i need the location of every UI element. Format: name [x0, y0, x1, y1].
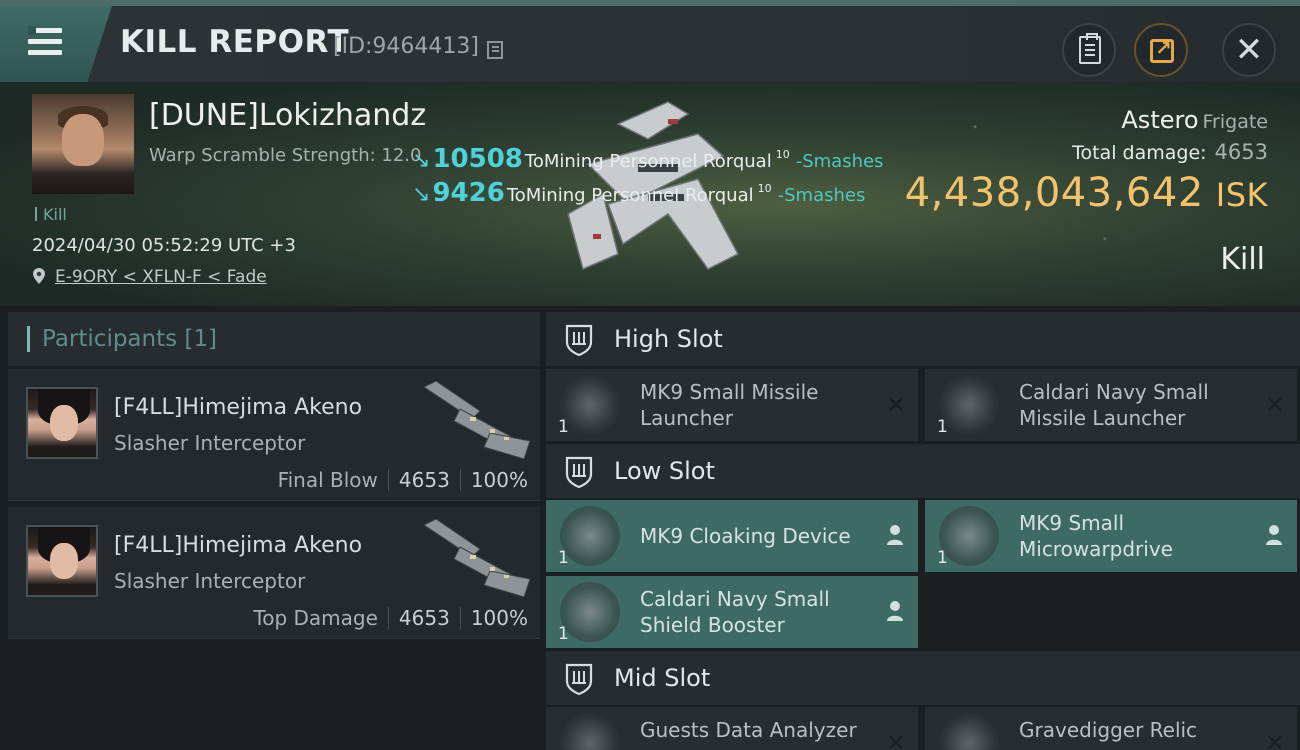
- kill-banner: [DUNE]Lokizhandz Warp Scramble Strength:…: [0, 82, 1300, 306]
- victim-ship-name: Astero Frigate: [1121, 106, 1268, 134]
- user-icon: [887, 601, 903, 621]
- participant-name: [F4LL]Himejima Akeno: [114, 395, 363, 420]
- module-item[interactable]: 1 Caldari Navy Small Shield Booster: [546, 576, 918, 648]
- missile-launcher-icon: [939, 375, 999, 435]
- participant-stats: Final Blow 4653 100%: [277, 468, 528, 492]
- warp-scramble-strength: Warp Scramble Strength: 12.0: [149, 145, 422, 166]
- report-id: [ID:9464413]: [333, 34, 479, 59]
- menu-button[interactable]: [0, 6, 112, 82]
- user-icon: [887, 525, 903, 545]
- mid-slot-header: Mid Slot: [546, 651, 1300, 705]
- participant-ship-image: [423, 381, 531, 459]
- victim-portrait[interactable]: [32, 94, 134, 194]
- destroyed-x-icon: ✕: [885, 391, 906, 419]
- microwarpdrive-icon: [939, 506, 999, 566]
- page-title: KILL REPORT: [120, 24, 350, 60]
- data-analyzer-icon: [560, 713, 620, 750]
- close-icon: ✕: [1234, 30, 1264, 70]
- module-item[interactable]: 1 Caldari Navy Small Missile Launcher ✕: [925, 369, 1297, 441]
- participant-ship: Slasher Interceptor: [114, 431, 306, 455]
- module-item[interactable]: Gravedigger Relic ✕: [925, 707, 1297, 750]
- shield-booster-icon: [560, 582, 620, 642]
- cloaking-device-icon: [560, 506, 620, 566]
- slot-shield-icon: [565, 324, 593, 356]
- slot-shield-icon: [565, 663, 593, 695]
- participant-card[interactable]: [F4LL]Himejima Akeno Slasher Interceptor…: [8, 369, 540, 501]
- share-icon: [1150, 36, 1174, 63]
- share-button[interactable]: [1134, 23, 1188, 77]
- participant-stats: Top Damage 4653 100%: [253, 606, 528, 630]
- total-damage: Total damage: 4653: [1072, 140, 1268, 164]
- module-item[interactable]: 1 MK9 Cloaking Device: [546, 500, 918, 572]
- destroyed-x-icon: ✕: [1264, 729, 1285, 750]
- participants-header: Participants [1]: [8, 312, 540, 366]
- missile-launcher-icon: [560, 375, 620, 435]
- location-link[interactable]: E-9ORY < XFLN-F < Fade: [55, 267, 267, 287]
- victim-name[interactable]: [DUNE]Lokizhandz: [149, 98, 426, 133]
- result-label: Kill: [1220, 242, 1265, 277]
- slot-shield-icon: [565, 456, 593, 488]
- clipboard-button[interactable]: [1062, 23, 1116, 77]
- location-pin-icon: [33, 268, 45, 284]
- damage-line: ↘10508 ToMining Personnel Rorqual 10 -Smash…: [412, 144, 884, 174]
- participant-name: [F4LL]Himejima Akeno: [114, 533, 363, 558]
- kill-datetime: 2024/04/30 05:52:29 UTC +3: [32, 235, 296, 256]
- high-slot-header: High Slot: [546, 312, 1300, 366]
- arrow-down-right-icon: ↘: [412, 182, 431, 207]
- low-slot-header: Low Slot: [546, 444, 1300, 498]
- close-button[interactable]: ✕: [1222, 23, 1276, 77]
- damage-line: ↘9426 ToMining Personnel Rorqual 10 -Smashe…: [412, 178, 866, 208]
- module-item[interactable]: 1 MK9 Small Missile Launcher ✕: [546, 369, 918, 441]
- kill-tag: Kill: [35, 205, 67, 224]
- isk-value: 4,438,043,642 ISK: [904, 170, 1268, 216]
- avatar: [26, 387, 98, 459]
- destroyed-x-icon: ✕: [885, 729, 906, 750]
- clipboard-icon: [1079, 33, 1101, 64]
- destroyed-x-icon: ✕: [1264, 391, 1285, 419]
- participant-card[interactable]: [F4LL]Himejima Akeno Slasher Interceptor…: [8, 507, 540, 639]
- module-item[interactable]: 1 MK9 Small Microwarpdrive: [925, 500, 1297, 572]
- participant-ship-image: [423, 519, 531, 597]
- relic-analyzer-icon: [939, 713, 999, 750]
- participant-ship: Slasher Interceptor: [114, 569, 306, 593]
- arrow-down-right-icon: ↘: [412, 148, 431, 173]
- user-icon: [1266, 525, 1282, 545]
- copy-icon[interactable]: [487, 41, 503, 59]
- avatar: [26, 525, 98, 597]
- top-bar: KILL REPORT [ID:9464413] ✕: [0, 0, 1300, 82]
- module-item[interactable]: Guests Data Analyzer ✕: [546, 707, 918, 750]
